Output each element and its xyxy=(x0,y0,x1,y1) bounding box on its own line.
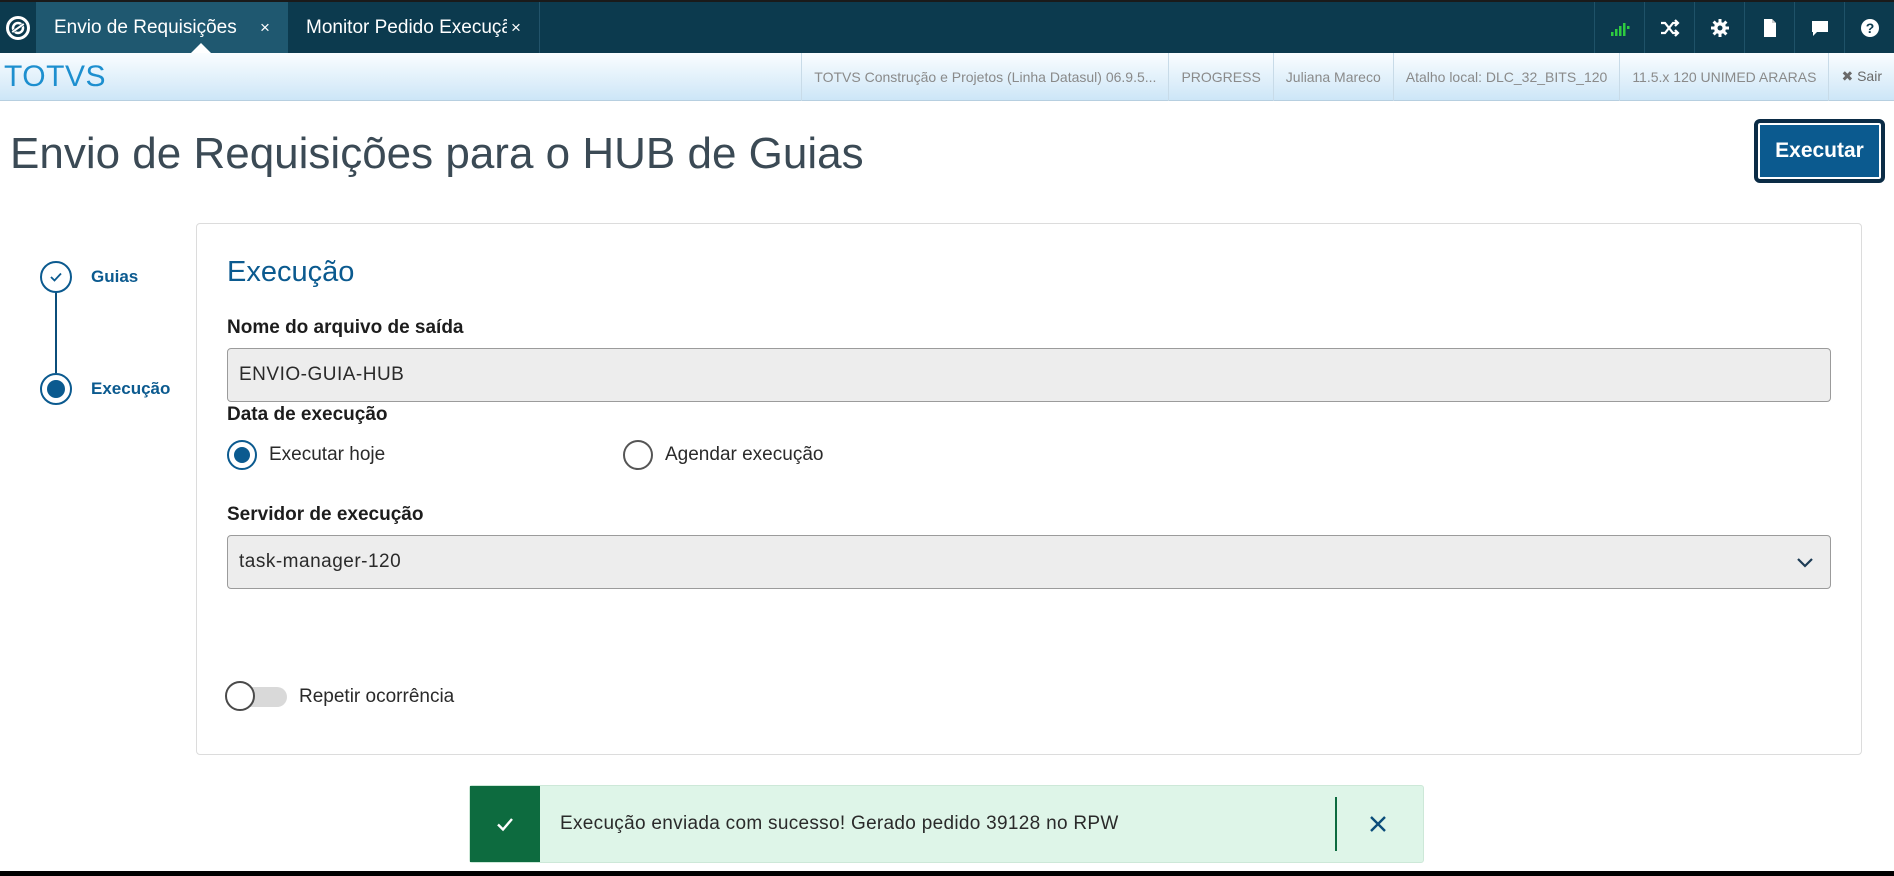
svg-text:?: ? xyxy=(1865,20,1874,36)
close-icon[interactable] xyxy=(1367,813,1389,835)
database-info: PROGRESS xyxy=(1168,52,1272,101)
top-tab-bar: Envio de Requisições × Monitor Pedido Ex… xyxy=(0,0,1894,53)
execution-card: Execução Nome do arquivo de saída ENVIO-… xyxy=(196,223,1862,755)
tab-label: Monitor Pedido Execução xyxy=(306,16,507,38)
repeat-toggle[interactable]: Repetir ocorrência xyxy=(225,681,455,711)
radio-label: Executar hoje xyxy=(269,444,386,465)
chevron-down-icon xyxy=(1797,558,1813,568)
toast-divider xyxy=(1335,797,1337,851)
server-value: task-manager-120 xyxy=(239,551,402,572)
signal-icon[interactable] xyxy=(1594,2,1644,53)
page-title: Envio de Requisições para o HUB de Guias xyxy=(10,129,864,178)
totvs-logo-icon[interactable] xyxy=(0,2,36,53)
shuffle-icon[interactable] xyxy=(1644,2,1694,53)
stepper-connector xyxy=(55,291,57,373)
step-guias[interactable]: Guias xyxy=(40,261,138,293)
toggle-track xyxy=(225,681,287,711)
tab-close-icon[interactable]: × xyxy=(256,18,274,38)
step-label: Execução xyxy=(91,379,171,398)
tab-label: Envio de Requisições xyxy=(54,16,237,38)
shortcut-info: Atalho local: DLC_32_BITS_120 xyxy=(1392,52,1620,101)
execute-button[interactable]: Executar xyxy=(1754,119,1885,183)
execution-date-label: Data de execução xyxy=(227,404,388,425)
current-step-indicator xyxy=(40,373,72,405)
gear-icon[interactable] xyxy=(1694,2,1744,53)
section-title: Execução xyxy=(227,256,355,288)
toggle-knob xyxy=(225,681,255,711)
top-actions: ? xyxy=(1594,2,1894,53)
app-header: TOTVS TOTVS Construção e Projetos (Linha… xyxy=(0,52,1894,101)
toggle-label: Repetir ocorrência xyxy=(299,686,455,707)
server-select[interactable]: task-manager-120 xyxy=(227,535,1831,589)
step-label: Guias xyxy=(91,267,139,286)
toast-message: Execução enviada com sucesso! Gerado ped… xyxy=(560,813,1119,834)
user-info: Juliana Mareco xyxy=(1272,52,1393,101)
output-file-input[interactable]: ENVIO-GUIA-HUB xyxy=(227,348,1831,402)
output-file-label: Nome do arquivo de saída xyxy=(227,317,464,338)
radio-checked-icon xyxy=(227,440,257,470)
radio-schedule-run[interactable]: Agendar execução xyxy=(623,440,823,470)
radio-run-today[interactable]: Executar hoje xyxy=(227,440,385,470)
tab-envio-requisicoes[interactable]: Envio de Requisições × xyxy=(36,2,288,53)
session-info: TOTVS Construção e Projetos (Linha Datas… xyxy=(801,52,1894,101)
success-toast: Execução enviada com sucesso! Gerado ped… xyxy=(469,785,1424,863)
radio-unchecked-icon xyxy=(623,440,653,470)
chat-icon[interactable] xyxy=(1794,2,1844,53)
exit-link[interactable]: ✖ Sair xyxy=(1828,52,1894,101)
tab-close-icon[interactable]: × xyxy=(507,18,525,38)
document-icon[interactable] xyxy=(1744,2,1794,53)
step-execucao[interactable]: Execução xyxy=(40,373,170,405)
environment-info: 11.5.x 120 UNIMED ARARAS xyxy=(1619,52,1828,101)
tab-monitor-pedido[interactable]: Monitor Pedido Execução × xyxy=(288,2,540,53)
server-label: Servidor de execução xyxy=(227,504,424,525)
product-info: TOTVS Construção e Projetos (Linha Datas… xyxy=(801,52,1168,101)
help-icon[interactable]: ? xyxy=(1844,2,1894,53)
check-icon xyxy=(40,261,72,293)
radio-label: Agendar execução xyxy=(665,444,824,465)
check-icon xyxy=(470,786,540,862)
brand-logo: TOTVS xyxy=(4,59,106,93)
main-content: Envio de Requisições para o HUB de Guias… xyxy=(0,101,1894,871)
